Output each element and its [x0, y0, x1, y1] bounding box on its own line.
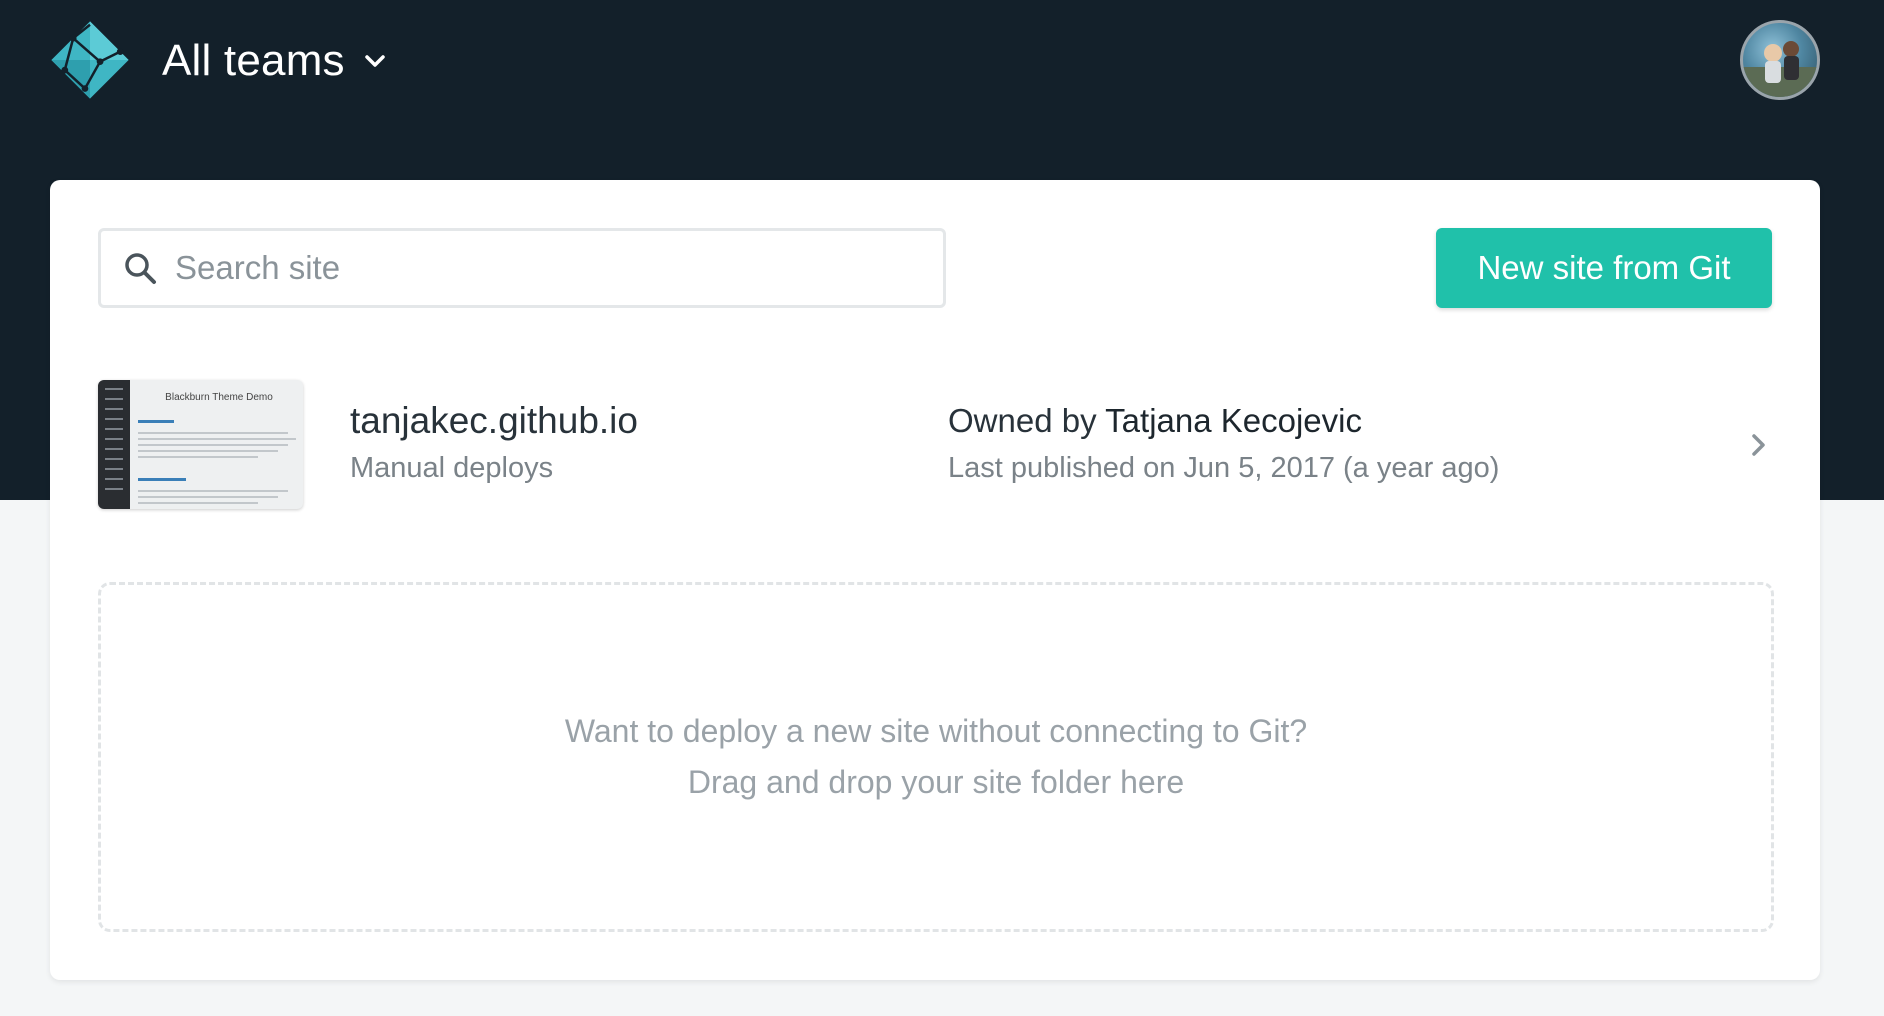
- site-owner: Owned by Tatjana Kecojevic: [948, 402, 1362, 440]
- avatar-photo-icon: [1743, 41, 1817, 97]
- search-input[interactable]: [175, 249, 915, 287]
- drag-drop-zone[interactable]: Want to deploy a new site without connec…: [98, 582, 1774, 932]
- team-switcher[interactable]: All teams: [162, 34, 387, 88]
- sites-card: New site from Git Blackburn Theme Demo t…: [50, 180, 1820, 980]
- search-box[interactable]: [98, 228, 946, 308]
- top-navigation: All teams: [0, 0, 1884, 125]
- site-list-item[interactable]: Blackburn Theme Demo tanjakec.github.io …: [98, 380, 1774, 510]
- chevron-down-icon: [365, 55, 385, 67]
- site-thumbnail: Blackburn Theme Demo: [98, 380, 303, 509]
- dropzone-text-line2: Drag and drop your site folder here: [687, 764, 1185, 800]
- dropzone-text-line1: Want to deploy a new site without connec…: [564, 713, 1308, 749]
- owner-name: Tatjana Kecojevic: [1105, 402, 1362, 439]
- new-site-from-git-button[interactable]: New site from Git: [1436, 228, 1772, 308]
- thumbnail-sidebar: [98, 380, 130, 509]
- user-avatar[interactable]: [1740, 20, 1820, 100]
- site-deploy-type: Manual deploys: [350, 452, 554, 484]
- search-icon: [125, 253, 156, 284]
- last-published: Last published on Jun 5, 2017 (a year ag…: [948, 452, 1500, 484]
- owned-by-prefix: Owned by: [948, 402, 1097, 439]
- thumbnail-title: Blackburn Theme Demo: [165, 392, 273, 403]
- chevron-right-icon[interactable]: [1748, 432, 1770, 458]
- team-switcher-label: All teams: [162, 36, 345, 85]
- site-name[interactable]: tanjakec.github.io: [350, 400, 638, 442]
- netlify-logo-icon[interactable]: [48, 18, 132, 102]
